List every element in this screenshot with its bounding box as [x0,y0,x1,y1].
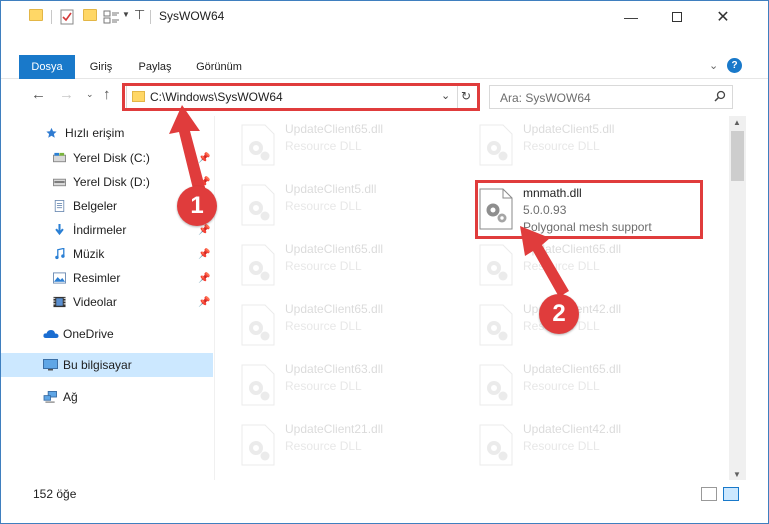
file-item[interactable]: UpdateClient42.dll Resource DLL [479,420,709,472]
tab-file[interactable]: Dosya [19,55,75,79]
recent-locations-icon[interactable]: ⌄ [86,89,94,100]
dll-file-icon [241,124,275,166]
expand-ribbon-icon[interactable]: ⌄ [709,59,718,72]
new-folder-icon[interactable] [83,9,97,21]
scroll-up-icon[interactable]: ▲ [733,118,741,127]
pin-icon[interactable]: 📌 [198,153,210,164]
close-icon: ✕ [716,8,730,26]
file-item[interactable]: UpdateClient21.dll Resource DLL [241,420,471,472]
maximize-button[interactable] [654,1,700,32]
back-arrow-icon[interactable]: ← [31,86,46,103]
pin-down-icon[interactable]: ⊤ [134,7,145,23]
tab-home[interactable]: Giriş [75,55,127,79]
file-item[interactable]: UpdateClient65.dll Resource DLL [241,300,471,352]
large-icons-view-icon[interactable] [723,487,739,501]
file-item[interactable]: UpdateClient5.dll Resource DLL [479,120,709,172]
music-icon [55,248,65,260]
pin-icon[interactable]: 📌 [198,225,210,236]
pin-icon[interactable]: 📌 [198,297,210,308]
scroll-thumb[interactable] [731,131,744,181]
step-badge-1: 1 [177,186,217,226]
maximize-icon [672,11,682,22]
dll-file-icon [241,364,275,406]
forward-arrow-icon[interactable]: → [59,86,74,103]
navigation-pane: Hızlı erişim Yerel Disk (C:) 📌 Yerel Dis… [1,116,213,480]
dll-file-icon [479,424,513,466]
chevron-down-icon[interactable]: ▼ [122,10,130,26]
dll-file-icon [241,184,275,226]
window-title: SysWOW64 [159,9,225,23]
star-icon [46,127,57,138]
folder-icon [29,9,43,21]
file-item[interactable]: UpdateClient42.dll Resource DLL [479,300,709,352]
drive-icon [53,152,66,163]
toolbar-separator [150,10,151,24]
file-item[interactable]: UpdateClient65.dll Resource DLL [479,240,709,292]
dll-file-icon [479,124,513,166]
search-placeholder: Ara: SysWOW64 [500,91,591,105]
dll-file-icon [241,244,275,286]
file-item[interactable]: UpdateClient63.dll Resource DLL [241,360,471,412]
minimize-button[interactable]: — [608,1,654,32]
pin-icon[interactable]: 📌 [198,273,210,284]
dll-file-icon [241,304,275,346]
dll-file-icon [479,244,513,286]
step-badge-2: 2 [539,294,579,334]
pictures-icon [53,272,66,284]
tab-share[interactable]: Paylaş [127,55,183,79]
file-item[interactable]: UpdateClient65.dll Resource DLL [241,240,471,292]
toolbar-separator [51,10,52,24]
computer-icon [43,359,58,371]
cloud-icon [43,330,59,338]
drive-icon [53,178,66,187]
dll-file-icon [479,304,513,346]
tab-view[interactable]: Görünüm [183,55,255,79]
help-icon[interactable]: ? [727,58,742,73]
up-arrow-icon[interactable]: ↑ [103,86,111,103]
details-view-icon[interactable] [701,487,717,501]
status-bar [1,481,768,505]
file-list: UpdateClient65.dll Resource DLL UpdateCl… [215,116,729,480]
search-icon[interactable] [714,90,726,102]
downloads-icon [55,224,64,236]
file-highlight-box [475,180,703,239]
address-highlight-box [122,83,480,111]
close-button[interactable]: ✕ [700,1,746,32]
minimize-icon: — [624,8,638,25]
scroll-down-icon[interactable]: ▼ [733,470,741,479]
item-count: 152 öğe [33,487,77,501]
documents-icon [54,200,65,212]
dll-file-icon [479,364,513,406]
search-input[interactable]: Ara: SysWOW64 [489,85,733,109]
properties-icon[interactable] [59,9,75,25]
customize-toolbar-icon[interactable] [103,9,121,25]
dll-file-icon [241,424,275,466]
network-icon [43,391,57,403]
file-item[interactable]: UpdateClient65.dll Resource DLL [241,120,471,172]
videos-icon [53,296,66,308]
file-item[interactable]: UpdateClient65.dll Resource DLL [479,360,709,412]
pin-icon[interactable]: 📌 [198,249,210,260]
file-item[interactable]: UpdateClient5.dll Resource DLL [241,180,471,232]
explorer-window: ▼ ⊤ SysWOW64 — ✕ Dosya Giriş Paylaş Görü… [0,0,769,524]
